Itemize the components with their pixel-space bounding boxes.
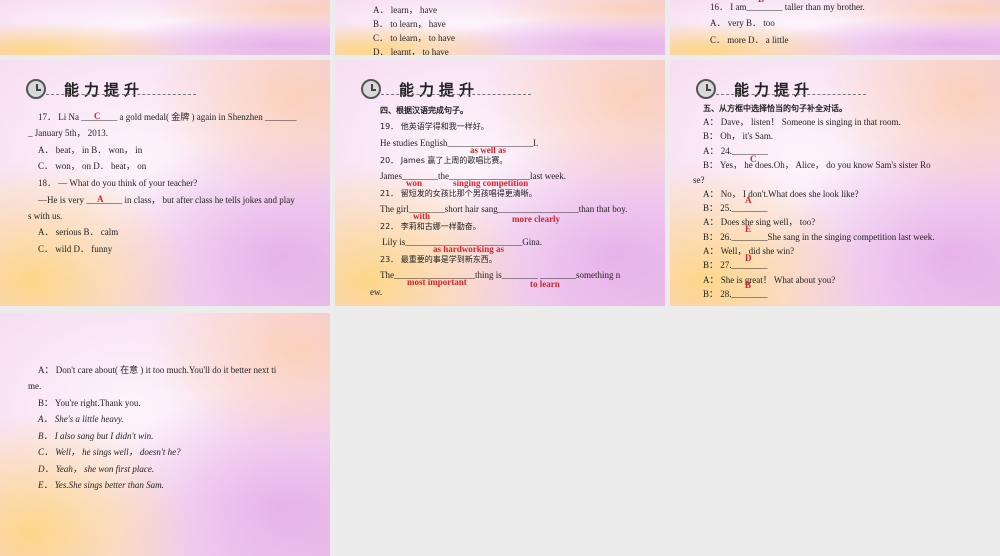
question-22-cn: 22． 李莉和古娜一样勤奋。 (380, 222, 481, 231)
answer-21b: more clearly (512, 214, 561, 224)
question-18-cont: s with us. (28, 211, 63, 221)
header-title: 能力提升 (399, 80, 480, 99)
dialogue-line: B： 27.________ (703, 260, 768, 270)
option-line: A． beat， in B． won， in (38, 145, 143, 155)
slide-header: 能力提升 (361, 76, 531, 102)
option-line: C． won， on D． beat， on (38, 161, 147, 171)
dialogue-line: B： Yes， he does.Oh， Alice， do you know S… (703, 160, 931, 170)
dialogue-line: B： 28.________ (703, 289, 768, 299)
answer-18: A (97, 194, 104, 204)
answer-21a: with (413, 211, 431, 221)
option-line: A． very B． too (710, 18, 775, 28)
option-line: C． to learn， to have (373, 33, 455, 43)
question-18: 18． — What do you think of your teacher? (38, 178, 198, 188)
dialogue-line: A： Does she sing well， too? (703, 217, 816, 227)
dialogue-line: A： 24.________ (703, 146, 768, 156)
slide-options: A： Don't care about( 在意 ) it too much.Yo… (0, 313, 330, 556)
header-title: 能力提升 (64, 80, 145, 99)
slide-dialogue: 能力提升 五、从方框中选择恰当的句子补全对话。 A： Dave， listen！… (670, 60, 1000, 306)
header-divider (381, 94, 531, 95)
question-19-en: He studies English___________________I. (380, 138, 539, 148)
question-20-cn: 20． James 赢了上周的歌唱比赛。 (380, 156, 508, 165)
question-18-line2: —He is very ________ in class， but after… (38, 195, 295, 205)
option-b: B． I also sang but I didn't win. (38, 431, 154, 441)
header-divider (46, 94, 196, 95)
slide-questions-17-18: 能力提升 17． Li Na ________ a gold medal( 金牌… (0, 60, 330, 306)
option-c: C． Well， he sings well， doesn't he? (38, 447, 181, 457)
dialogue-line: A： Dave， listen！ Someone is singing in t… (703, 117, 901, 127)
option-line: C． wild D． funny (38, 244, 113, 254)
dialogue-line: A： Don't care about( 在意 ) it too much.Yo… (38, 365, 277, 375)
dialogue-line: B： Oh， it's Sam. (703, 131, 774, 141)
dialogue-line: B： 26.________She sang in the singing co… (703, 232, 935, 242)
option-line: A． learn， have (373, 5, 437, 15)
slide-header: 能力提升 (696, 76, 866, 102)
option-a: A． She's a little heavy. (38, 414, 124, 424)
answer-19: as well as (470, 145, 506, 155)
option-line: D． learnt， to have (373, 47, 449, 55)
slide-translation: 能力提升 四、根据汉语完成句子。 19． 他英语学得和我一样好。 He stud… (335, 60, 665, 306)
option-e: E． Yes.She sings better than Sam. (38, 480, 164, 490)
question-23-cn: 23． 最重要的事是学到新东西。 (380, 255, 497, 264)
answer-23b: to learn (530, 279, 560, 289)
slide-top-left (0, 0, 330, 55)
dialogue-line: B： You're right.Thank you. (38, 398, 141, 408)
option-line: A． serious B． calm (38, 227, 119, 237)
slide-header: 能力提升 (26, 76, 196, 102)
question-17-cont: _ January 5th， 2013. (28, 128, 108, 138)
dialogue-line: se? (693, 175, 705, 185)
dialogue-line: B： 25.________ (703, 203, 768, 213)
question-16: 16． I am________ taller than my brother. (710, 2, 865, 12)
answer-17: C (94, 111, 101, 121)
section-four-title: 四、根据汉语完成句子。 (380, 106, 468, 115)
question-19-cn: 19． 他英语学得和我一样好。 (380, 122, 489, 131)
option-line: B． to learn， have (373, 19, 446, 29)
question-21-cn: 21． 留短发的女孩比那个男孩唱得更清晰。 (380, 189, 537, 198)
answer-20b: singing competition (453, 178, 529, 188)
dialogue-line: A： No， I don't.What does she look like? (703, 189, 859, 199)
option-line: C． more D． a little (710, 35, 789, 45)
clock-icon (696, 79, 716, 99)
answer-22: as hardworking as (433, 244, 505, 254)
header-title: 能力提升 (734, 80, 815, 99)
dialogue-line: me. (28, 381, 42, 391)
answer-20a: won (406, 178, 423, 188)
clock-icon (361, 79, 381, 99)
section-five-title: 五、从方框中选择恰当的句子补全对话。 (703, 104, 847, 113)
question-17: 17． Li Na ________ a gold medal( 金牌 ) ag… (38, 112, 297, 122)
header-divider (716, 94, 866, 95)
option-d: D． Yeah， she won first place. (38, 464, 155, 474)
slide-top-right: D 16． I am________ taller than my brothe… (670, 0, 1000, 55)
answer-23a: most important (407, 277, 467, 287)
question-23-cont: ew. (370, 287, 383, 297)
dialogue-line: A： She is great！ What about you? (703, 275, 836, 285)
slide-top-middle: A． learn， have B． to learn， have C． to l… (335, 0, 665, 55)
clock-icon (26, 79, 46, 99)
